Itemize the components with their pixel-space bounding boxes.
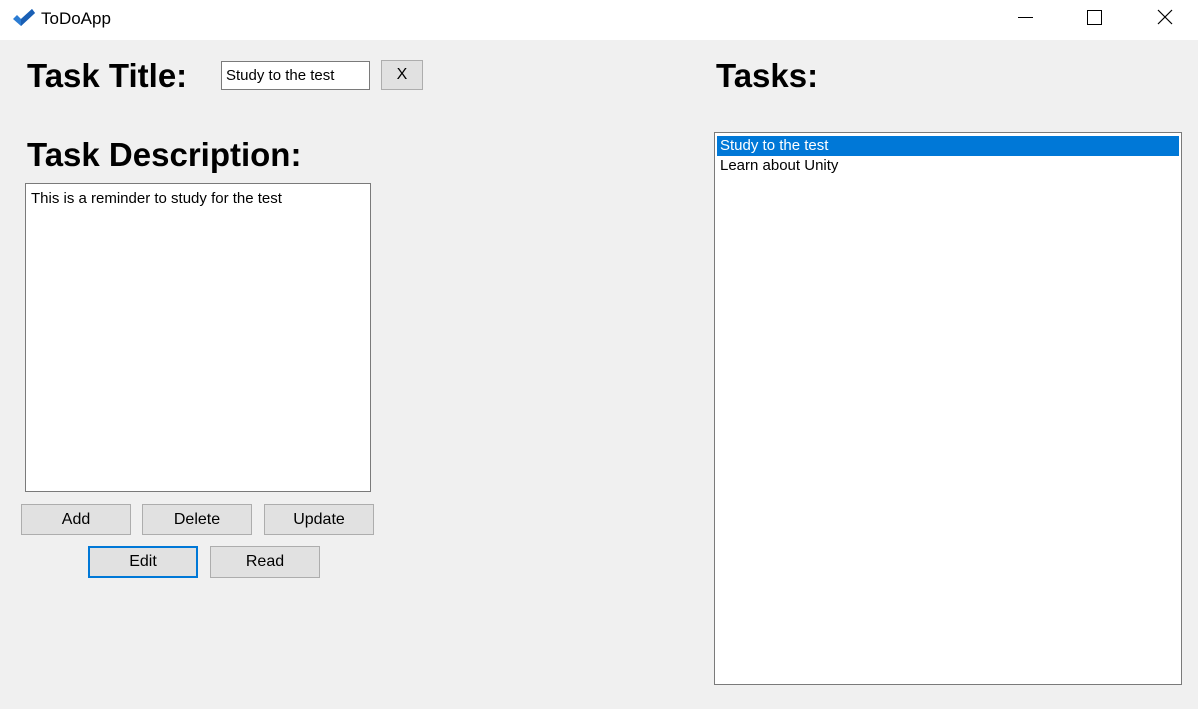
close-button[interactable] [1141, 0, 1187, 34]
read-button[interactable]: Read [210, 546, 320, 578]
tasks-listbox[interactable]: Study to the test Learn about Unity [714, 132, 1182, 685]
tasks-label: Tasks: [716, 57, 819, 94]
delete-button[interactable]: Delete [142, 504, 252, 535]
task-title-label: Task Title: [27, 57, 188, 94]
clear-title-button[interactable]: X [381, 60, 423, 90]
minimize-button[interactable] [1002, 0, 1048, 34]
task-list-item[interactable]: Learn about Unity [717, 156, 1179, 176]
window-title: ToDoApp [41, 9, 111, 28]
task-list-item[interactable]: Study to the test [717, 136, 1179, 156]
title-bar[interactable]: ToDoApp [0, 0, 1198, 40]
task-description-label: Task Description: [27, 136, 302, 173]
checkmark-icon [12, 8, 36, 30]
task-title-input[interactable] [221, 61, 370, 90]
edit-button[interactable]: Edit [88, 546, 198, 578]
app-window: ToDoApp Task Title: X Task Description: … [0, 0, 1198, 709]
update-button[interactable]: Update [264, 504, 374, 535]
task-description-textarea[interactable]: This is a reminder to study for the test [25, 183, 371, 492]
add-button[interactable]: Add [21, 504, 131, 535]
maximize-button[interactable] [1071, 0, 1117, 34]
